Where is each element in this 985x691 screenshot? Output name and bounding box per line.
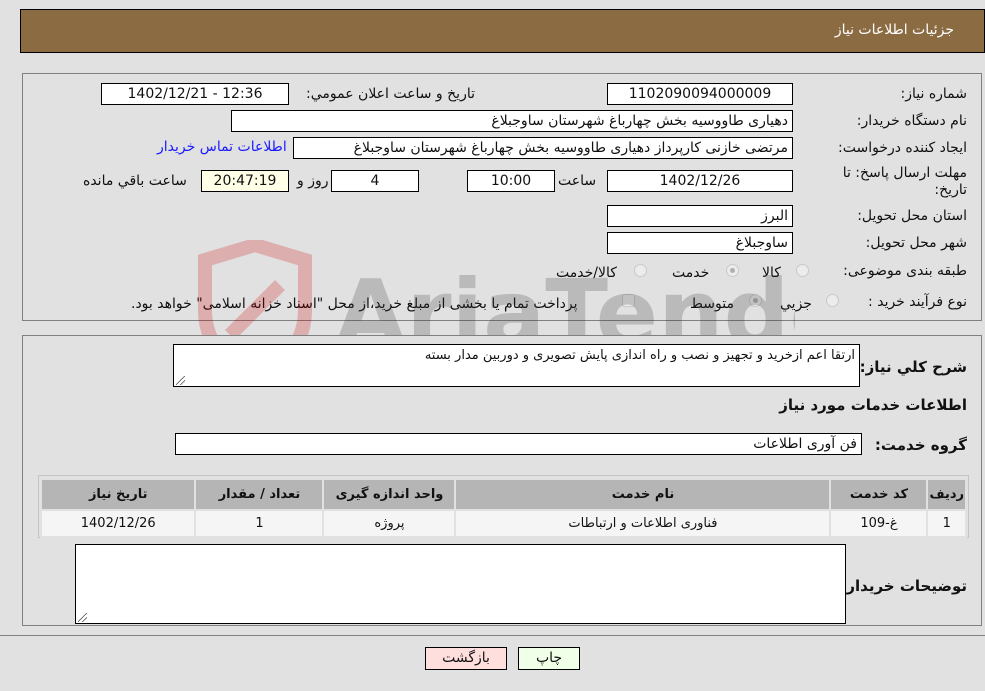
service-group-field: فن آوری اطلاعات [175, 433, 862, 455]
time-remaining-label: ساعت باقي مانده [83, 173, 187, 189]
deadline-time-field: 10:00 [467, 170, 555, 192]
services-table: ردیف کد خدمت نام خدمت واحد اندازه گیری ت… [39, 478, 967, 538]
service-group-label: گروه خدمت: [874, 436, 967, 454]
purchase-type-label: نوع فرآیند خرید : [868, 294, 967, 310]
deadline-label: مهلت ارسال پاسخ: تا تاریخ: [842, 165, 967, 198]
need-number-field: 1102090094000009 [607, 83, 793, 105]
announce-datetime-field: 1402/12/21 - 12:36 [101, 83, 289, 105]
description-text: ارتقا اعم ازخرید و تجهیز و نصب و راه اند… [424, 348, 855, 363]
cell-unit: پروژه [322, 509, 457, 538]
resize-grip-icon[interactable] [78, 613, 87, 622]
col-header-service-name: نام خدمت [454, 478, 832, 511]
footer-divider [0, 635, 985, 636]
purchase-type-radio-medium[interactable] [749, 294, 762, 307]
category-radio-goods-service[interactable] [634, 264, 647, 277]
cell-service-name: فناوری اطلاعات و ارتباطات [454, 509, 832, 538]
category-label: طبقه بندی موضوعی: [843, 263, 967, 279]
table-row: 1 غ-109 فناوری اطلاعات و ارتباطات پروژه … [39, 509, 967, 538]
city-label: شهر محل تحویل: [865, 235, 967, 251]
announce-datetime-label: تاریخ و ساعت اعلان عمومي: [306, 86, 475, 102]
col-header-row-number: ردیف [926, 478, 967, 511]
print-button[interactable]: چاپ [518, 647, 580, 670]
table-header-row: ردیف کد خدمت نام خدمت واحد اندازه گیری ت… [39, 478, 967, 511]
page-header: جزئیات اطلاعات نیاز [20, 9, 985, 53]
category-option-goods-service: کالا/خدمت [556, 265, 617, 281]
cell-row-number: 1 [926, 509, 967, 538]
buyer-org-field: دهیاری طاووسیه بخش چهارباغ شهرستان ساوجب… [231, 110, 793, 132]
days-label: روز و [297, 173, 329, 189]
buyer-contact-link[interactable]: اطلاعات تماس خریدار [157, 139, 287, 155]
buyer-org-label: نام دستگاه خریدار: [856, 113, 967, 129]
days-remaining-field: 4 [331, 170, 419, 192]
province-field: البرز [607, 205, 793, 227]
purchase-type-option-medium: متوسط [690, 296, 734, 312]
purchase-type-option-minor: جزيي [780, 296, 812, 312]
deadline-time-label: ساعت [558, 173, 597, 189]
category-option-goods: کالا [762, 265, 781, 281]
page-title: جزئیات اطلاعات نیاز [834, 22, 954, 38]
services-heading: اطلاعات خدمات مورد نیاز [779, 396, 967, 414]
col-header-unit: واحد اندازه گیری [322, 478, 457, 511]
category-option-service: خدمت [672, 265, 710, 281]
description-textarea[interactable]: ارتقا اعم ازخرید و تجهیز و نصب و راه اند… [173, 344, 860, 387]
treasury-note: پرداخت تمام یا بخشی از مبلغ خرید،از محل … [131, 296, 578, 312]
col-header-quantity: تعداد / مقدار [194, 478, 325, 511]
description-label: شرح کلي نیاز: [859, 358, 967, 376]
col-header-service-code: کد خدمت [829, 478, 929, 511]
city-field: ساوجبلاغ [607, 232, 793, 254]
requester-label: ایجاد کننده درخواست: [838, 140, 967, 156]
cell-need-date: 1402/12/26 [39, 509, 197, 538]
treasury-checkbox[interactable] [622, 294, 635, 307]
buyer-notes-textarea[interactable] [75, 544, 846, 624]
province-label: استان محل تحویل: [857, 208, 967, 224]
deadline-date-field: 1402/12/26 [607, 170, 793, 192]
time-remaining-field: 20:47:19 [201, 170, 289, 192]
resize-grip-icon[interactable] [176, 376, 185, 385]
category-radio-service[interactable] [726, 264, 739, 277]
category-radio-goods[interactable] [796, 264, 809, 277]
cell-service-code: غ-109 [829, 509, 929, 538]
purchase-type-radio-minor[interactable] [826, 294, 839, 307]
back-button[interactable]: بازگشت [425, 647, 507, 670]
requester-field: مرتضی خازنی کارپرداز دهیاری طاووسیه بخش … [293, 137, 793, 159]
cell-quantity: 1 [194, 509, 325, 538]
buyer-notes-label: توضیحات خریدار: [840, 577, 967, 595]
col-header-need-date: تاریخ نیاز [39, 478, 197, 511]
need-number-label: شماره نیاز: [900, 86, 968, 102]
